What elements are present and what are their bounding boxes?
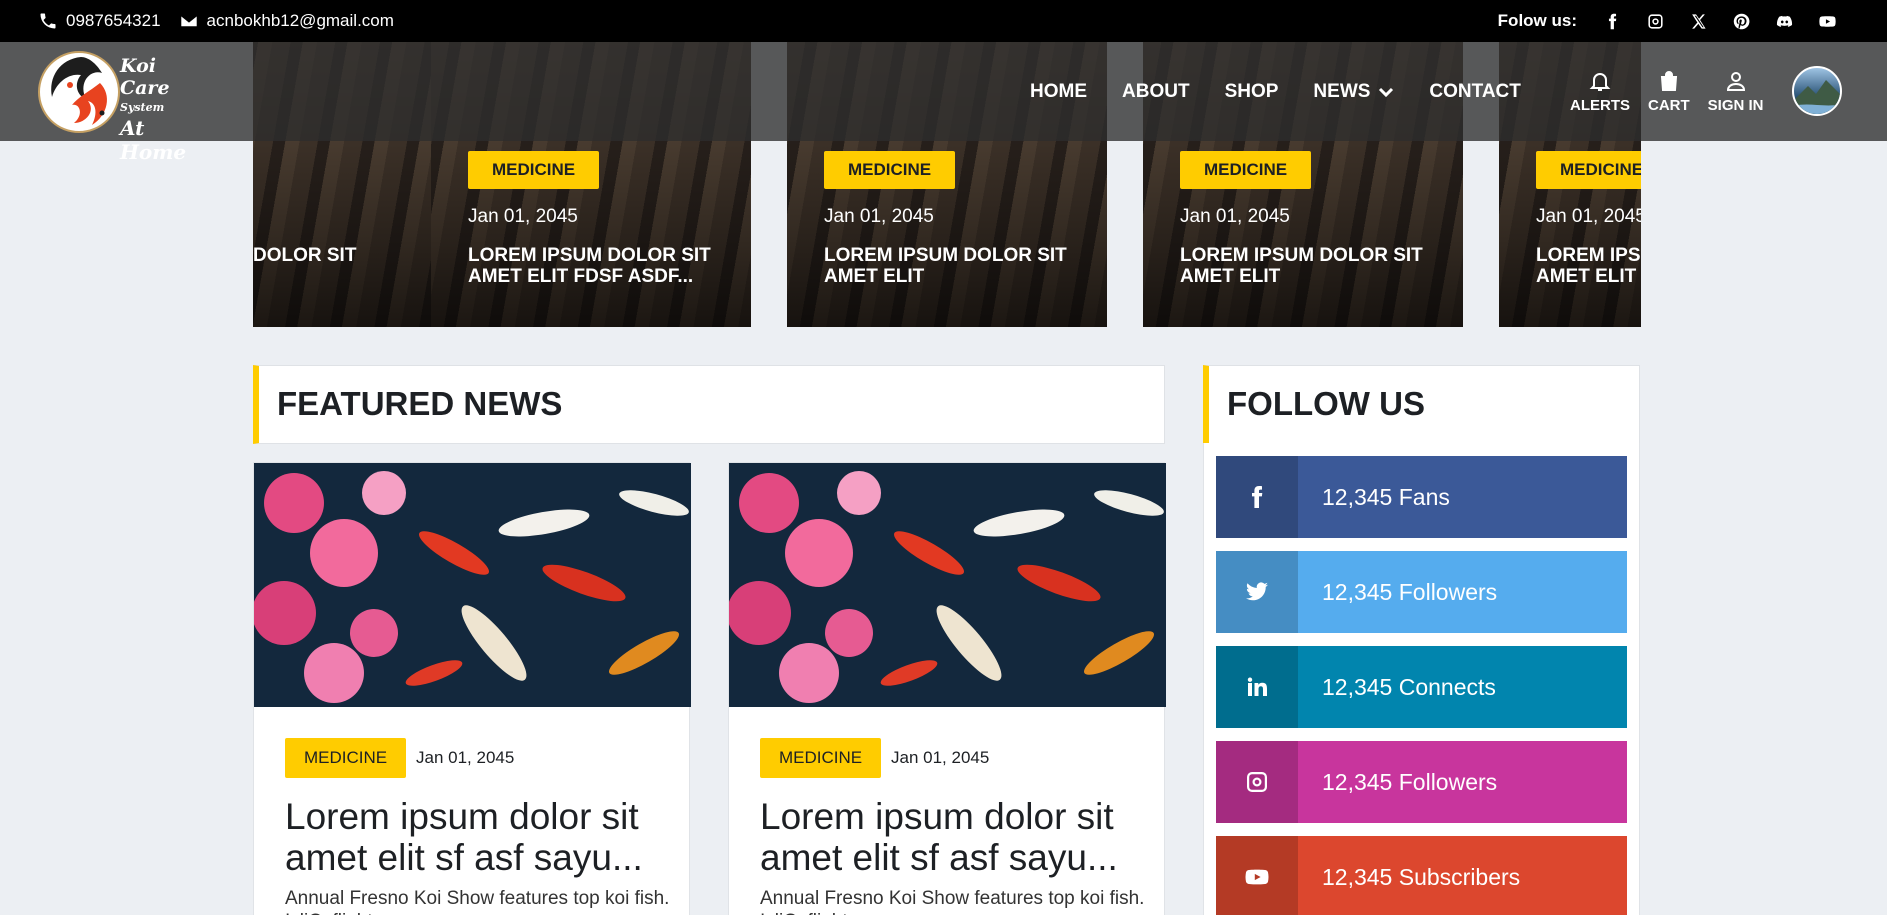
nav-item-home[interactable]: HOME — [1030, 81, 1087, 103]
logo-wordmark: Koi Care System At Home — [120, 55, 198, 164]
follow-us-header: FOLLOW US — [1203, 365, 1640, 444]
ticker-slide-title[interactable]: LOREM IPSUM DOLOR SIT AMET ELIT — [824, 245, 1094, 287]
email-contact[interactable]: acnbokhb12@gmail.com — [179, 11, 394, 31]
instagram-follow-button[interactable]: 12,345 Followers — [1216, 741, 1627, 823]
featured-news-header: FEATURED NEWS — [253, 365, 1165, 444]
logo-line-2: System — [120, 101, 165, 114]
category-badge[interactable]: MEDICINE — [760, 738, 882, 778]
ticker-slide-category[interactable]: MEDICINE — [1180, 151, 1312, 189]
koi-pond-image[interactable] — [254, 463, 691, 707]
sign-in-button[interactable]: SIGN IN — [1708, 69, 1764, 114]
ticker-slide-date: Jan 01, 2045 — [468, 206, 578, 227]
ticker-slide-date: Jan 01, 2045 — [824, 206, 934, 227]
news-card[interactable]: MEDICINE Jan 01, 2045 Lorem ipsum dolor … — [253, 462, 691, 915]
post-date: Jan 01, 2045 — [891, 748, 990, 767]
twitter-follow-button[interactable]: 12,345 Followers — [1216, 551, 1627, 633]
ticker-slide-date: Jan 01, 2045 — [1180, 206, 1290, 227]
cart-button[interactable]: CART — [1648, 69, 1690, 114]
main-header: Koi Care System At Home HOME ABOUT SHOP … — [0, 42, 1887, 164]
ticker-slide-date: Jan 01, 2045 — [1536, 206, 1641, 227]
cart-label: CART — [1648, 97, 1690, 114]
bell-icon — [1589, 73, 1611, 91]
nav-item-news[interactable]: NEWS — [1313, 81, 1394, 103]
news-card[interactable]: MEDICINE Jan 01, 2045 Lorem ipsum dolor … — [728, 462, 1166, 915]
follow-label: Folow us: — [1497, 11, 1577, 30]
ticker-slide-title[interactable]: LOREM IPSUM DOLOR SIT AMET ELIT — [1180, 245, 1450, 287]
post-excerpt: Annual Fresno Koi Show features top koi … — [760, 888, 1145, 915]
nav-item-shop[interactable]: SHOP — [1225, 81, 1279, 103]
nav-item-label: HOME — [1030, 80, 1087, 102]
follow-count: 12,345 Subscribers — [1322, 863, 1521, 890]
logo-line-3: At Home — [120, 116, 187, 164]
ticker-slide-title[interactable]: LOREM IPSUM DOLOR SIT AMET ELIT — [1536, 245, 1641, 287]
alerts-button[interactable]: ALERTS — [1570, 69, 1630, 114]
facebook-follow-button[interactable]: 12,345 Fans — [1216, 456, 1627, 538]
top-bar: 0987654321 acnbokhb12@gmail.com Folow us… — [0, 0, 1887, 42]
linkedin-icon — [1216, 646, 1298, 728]
avatar[interactable] — [1792, 66, 1842, 116]
nav-item-label: SHOP — [1224, 80, 1279, 102]
bag-icon — [1660, 71, 1677, 91]
nav-item-contact[interactable]: CONTACT — [1429, 81, 1520, 103]
youtube-icon — [1216, 836, 1298, 915]
linkedin-follow-button[interactable]: 12,345 Connects — [1216, 646, 1627, 728]
post-date: Jan 01, 2045 — [416, 748, 515, 767]
post-excerpt: Annual Fresno Koi Show features top koi … — [285, 888, 670, 915]
discord-icon[interactable] — [1763, 13, 1806, 30]
ticker-slide-title[interactable]: LOREM IPSUM DOLOR SIT AMET ELIT FDSF ASD… — [468, 245, 738, 287]
phone-number: 0987654321 — [66, 11, 161, 30]
logo-line-1: Koi Care — [120, 55, 170, 99]
envelope-icon — [179, 14, 198, 28]
section-title: FEATURED NEWS — [277, 385, 563, 422]
section-title: FOLLOW US — [1227, 385, 1425, 422]
user-icon — [1726, 72, 1745, 91]
chevron-down-icon — [1379, 87, 1394, 97]
ticker-slide-category[interactable]: MEDICINE — [824, 151, 956, 189]
facebook-icon[interactable] — [1591, 13, 1634, 30]
follow-count: 12,345 Fans — [1322, 483, 1450, 510]
follow-count: 12,345 Followers — [1322, 768, 1498, 795]
post-title[interactable]: Lorem ipsum dolor sit amet elit sf asf s… — [760, 796, 1155, 878]
koi-pond-image[interactable] — [729, 463, 1166, 707]
post-title[interactable]: Lorem ipsum dolor sit amet elit sf asf s… — [285, 796, 680, 878]
phone-icon — [40, 13, 56, 29]
nav-item-label: NEWS — [1313, 80, 1371, 102]
header-actions: ALERTS CART SIGN IN — [1570, 42, 1782, 141]
ticker-slide-category[interactable]: MEDICINE — [468, 151, 600, 189]
nav-item-about[interactable]: ABOUT — [1122, 81, 1190, 103]
youtube-icon[interactable] — [1806, 13, 1849, 30]
x-icon[interactable] — [1677, 13, 1720, 30]
koi-logo-icon — [38, 51, 120, 133]
follow-count: 12,345 Followers — [1322, 578, 1498, 605]
main-nav: HOME ABOUT SHOP NEWS CONTACT — [1030, 42, 1556, 141]
pinterest-icon[interactable] — [1720, 13, 1763, 30]
sign-in-label: SIGN IN — [1707, 97, 1764, 114]
nav-item-label: ABOUT — [1122, 80, 1190, 102]
alerts-label: ALERTS — [1570, 97, 1630, 114]
site-logo[interactable]: Koi Care System At Home — [38, 49, 198, 164]
phone-contact[interactable]: 0987654321 — [38, 11, 161, 31]
facebook-icon — [1216, 456, 1298, 538]
youtube-follow-button[interactable]: 12,345 Subscribers — [1216, 836, 1627, 915]
instagram-icon[interactable] — [1634, 13, 1677, 30]
nav-item-label: CONTACT — [1429, 80, 1521, 102]
follow-count: 12,345 Connects — [1322, 673, 1496, 700]
category-badge[interactable]: MEDICINE — [285, 738, 407, 778]
email-address: acnbokhb12@gmail.com — [206, 11, 394, 30]
instagram-icon — [1216, 741, 1298, 823]
ticker-slide-category[interactable]: MEDICINE — [1536, 151, 1641, 189]
twitter-icon — [1216, 551, 1298, 633]
